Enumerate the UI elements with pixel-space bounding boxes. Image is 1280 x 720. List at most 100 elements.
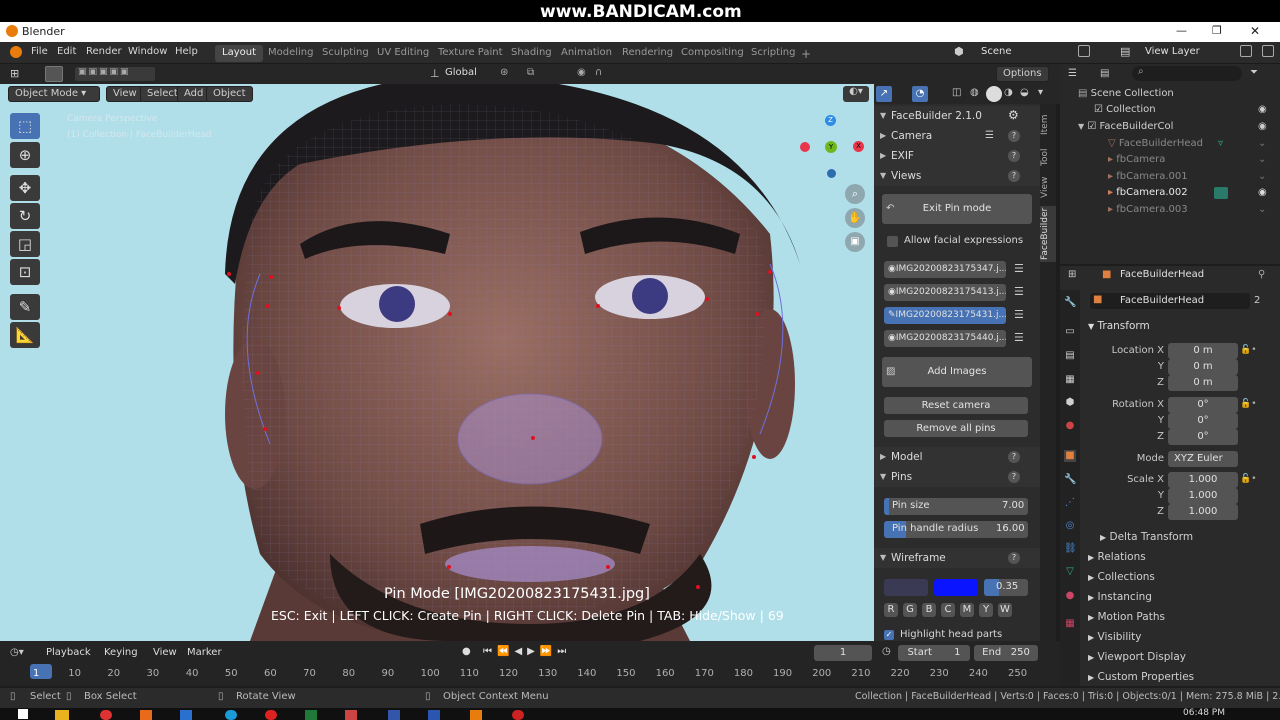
scale-y-field[interactable]: 1.000	[1168, 488, 1238, 504]
blender-menu-icon[interactable]	[10, 46, 22, 58]
scale-z-field[interactable]: 1.000	[1168, 504, 1238, 520]
viewport-display-section[interactable]: ▶ Viewport Display	[1088, 651, 1186, 663]
overlay-toggle-icon[interactable]: ◔	[912, 86, 928, 102]
wire-color-bright-swatch[interactable]	[934, 579, 978, 596]
pin-marker[interactable]	[448, 312, 452, 316]
tool-props-icon[interactable]: 🔧	[1064, 297, 1076, 309]
close-window-button[interactable]: ✕	[1250, 24, 1260, 38]
opera-icon[interactable]	[265, 710, 277, 720]
pin-marker[interactable]	[531, 436, 535, 440]
visibility-section[interactable]: ▶ Visibility	[1088, 631, 1142, 643]
reset-camera-button[interactable]: Reset camera	[884, 397, 1028, 414]
3d-viewport[interactable]: Object Mode ▾ View Select Add Object ◐▾ …	[0, 84, 874, 641]
highlight-checkbox[interactable]: ✓	[884, 630, 894, 640]
tab-modeling[interactable]: Modeling	[261, 45, 321, 62]
move-tool-icon[interactable]: ✥	[10, 175, 40, 201]
end-frame-field[interactable]: End 250	[974, 645, 1038, 661]
properties-editor-icon[interactable]: ⊞	[1068, 269, 1076, 280]
expand-triangle-icon[interactable]: ▼	[1078, 122, 1084, 131]
channel-c-button[interactable]: C	[941, 603, 955, 617]
falloff-icon[interactable]: ∩	[595, 67, 602, 78]
tab-animation[interactable]: Animation	[554, 45, 619, 62]
exit-pin-mode-button[interactable]: ↶ Exit Pin mode	[882, 194, 1032, 224]
output-props-icon[interactable]: ▤	[1064, 350, 1076, 362]
visibility-eye-icon[interactable]: ◉	[888, 287, 896, 297]
rotation-mode-dropdown[interactable]: XYZ Euler	[1168, 451, 1238, 467]
pin-marker[interactable]	[752, 455, 756, 459]
playback-menu[interactable]: Playback	[46, 647, 91, 658]
scene-name[interactable]: Scene	[981, 46, 1012, 57]
view-layer-name[interactable]: View Layer	[1145, 46, 1200, 57]
measure-tool-icon[interactable]: 📐	[10, 322, 40, 348]
pin-size-slider[interactable]: Pin size 7.00	[884, 498, 1028, 515]
outliner-row[interactable]: ▸ fbCamera.002 ◉	[1068, 185, 1273, 201]
display-mode-icon[interactable]: ▤	[1100, 68, 1109, 79]
marker-menu[interactable]: Marker	[187, 647, 222, 658]
channel-g-button[interactable]: G	[903, 603, 917, 617]
help-icon[interactable]: ?	[1008, 130, 1020, 142]
image-menu-icon[interactable]: ☰	[1014, 262, 1024, 275]
modifier-props-icon[interactable]: 🔧	[1064, 474, 1076, 486]
view-layer-copy-icon[interactable]	[1240, 45, 1252, 57]
select-tool-icon[interactable]	[45, 66, 63, 82]
pin-marker[interactable]	[596, 304, 600, 308]
pin-marker[interactable]	[705, 297, 709, 301]
gizmo-z-axis[interactable]: Z	[825, 115, 836, 126]
collections-section[interactable]: ▶ Collections	[1088, 571, 1155, 583]
hidden-eye-icon[interactable]: ⌄	[1258, 152, 1266, 168]
view-image-row[interactable]: ◉IMG20200823175413.j...	[884, 284, 1006, 301]
physics-props-icon[interactable]: ◎	[1064, 520, 1076, 532]
view-image-row[interactable]: ◉IMG20200823175440.j...	[884, 330, 1006, 347]
edge-icon[interactable]	[225, 710, 237, 720]
menu-render[interactable]: Render	[86, 46, 122, 57]
select-box-tool-icon[interactable]: ⬚	[10, 113, 40, 139]
lock-location-icon[interactable]: 🔓•	[1240, 345, 1257, 355]
shading-options-icon[interactable]: ▾	[1038, 87, 1043, 98]
view-object-types-icon[interactable]: ◐▾	[843, 86, 869, 102]
camera-list-icon[interactable]: ☰	[985, 130, 994, 141]
start-menu-icon[interactable]	[18, 709, 28, 719]
view-layer-props-icon[interactable]: ▦	[1064, 374, 1076, 386]
outliner-row[interactable]: ▸ fbCamera ⌄	[1068, 152, 1273, 168]
constraints-props-icon[interactable]: ⛓	[1064, 543, 1077, 555]
scale-tool-icon[interactable]: ◲	[10, 231, 40, 257]
pin-marker[interactable]	[227, 272, 231, 276]
view-image-row[interactable]: ◉IMG20200823175347.j...	[884, 261, 1006, 278]
image-menu-icon[interactable]: ☰	[1014, 331, 1024, 344]
orientation-icon[interactable]: ⊥	[430, 67, 440, 80]
tab-view[interactable]: View	[1040, 174, 1056, 200]
menu-window[interactable]: Window	[128, 46, 167, 57]
lock-rotation-icon[interactable]: 🔓•	[1240, 399, 1257, 409]
timeline-editor-icon[interactable]: ◷▾	[10, 647, 24, 658]
timeline-view-menu[interactable]: View	[153, 647, 177, 658]
settings-gear-icon[interactable]: ⚙	[1008, 108, 1019, 122]
remove-all-pins-button[interactable]: Remove all pins	[884, 420, 1028, 437]
editor-type-icon[interactable]: ⊞	[10, 67, 19, 80]
selection-mode-icons[interactable]: ▣▣▣▣▣	[75, 67, 155, 81]
help-icon[interactable]: ?	[1008, 451, 1020, 463]
outliner-row[interactable]: ☑ Collection ◉	[1068, 102, 1273, 118]
menu-file[interactable]: File	[31, 46, 48, 57]
channel-y-button[interactable]: Y	[979, 603, 993, 617]
pin-icon[interactable]: ✎	[888, 310, 896, 320]
restore-button[interactable]: ❐	[1212, 24, 1222, 37]
gizmo-neg-x[interactable]	[800, 142, 810, 152]
scale-x-field[interactable]: 1.000	[1168, 472, 1238, 488]
hidden-eye-icon[interactable]: ⌄	[1258, 202, 1266, 218]
blender-taskbar-icon[interactable]	[470, 710, 482, 720]
wire-color-dark-swatch[interactable]	[884, 579, 928, 596]
view-layer-icon[interactable]: ▤	[1120, 45, 1130, 58]
eye-icon[interactable]: ◉	[1258, 119, 1267, 135]
proportional-edit-icon[interactable]: ◉	[577, 67, 586, 78]
gizmo-x-axis[interactable]: X	[853, 141, 864, 152]
gizmo-y-axis[interactable]: Y	[825, 141, 837, 153]
location-x-field[interactable]: 0 m	[1168, 343, 1238, 359]
outliner-row[interactable]: ▼ ☑ FaceBuilderCol ◉	[1068, 119, 1273, 135]
rendered-shading-icon[interactable]: ◒	[1020, 87, 1029, 98]
outliner-search-input[interactable]: ⌕	[1132, 66, 1242, 81]
material-shading-icon[interactable]: ◑	[1004, 87, 1013, 98]
rotation-x-field[interactable]: 0°	[1168, 397, 1238, 413]
bandicam-icon[interactable]	[512, 710, 524, 720]
record-icon[interactable]: ●	[462, 646, 471, 657]
outliner-row[interactable]: ▸ fbCamera.003 ⌄	[1068, 202, 1273, 218]
